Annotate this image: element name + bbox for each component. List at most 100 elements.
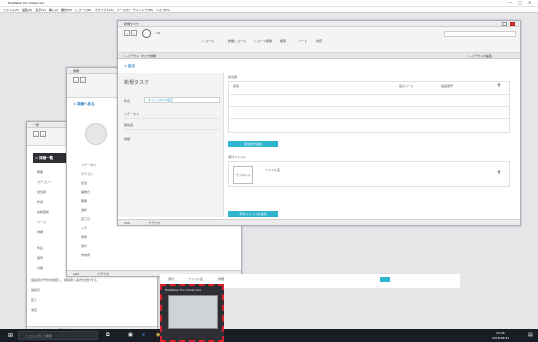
front-window[interactable]: 新規タスク ‹ › 1/1 レコード 新規レコード レコード削除 検索 ソート 共… [117,20,521,226]
list-item[interactable]: カテゴリー [37,180,52,184]
quick-find-input[interactable] [444,31,516,37]
tab-filename[interactable]: ファイル名 [188,277,203,281]
front-window-statusbar: 100 ブラウズ [118,219,520,225]
layout-bar: レイアウト: タスク詳細 レイアウトの編集 [118,53,520,59]
contacts-header: 担当者 [228,75,238,79]
toolbar-find[interactable]: 検索 [280,39,286,43]
tab-attach[interactable]: 添付 [168,277,174,281]
list-item[interactable]: 期限 [81,199,87,203]
avatar [85,123,107,145]
minimize-icon[interactable]: — [508,0,512,5]
subject-field[interactable]: オフィスWi-Fi設定 [144,97,220,103]
divider [124,118,220,119]
front-back-link[interactable]: < 戻る [124,64,135,69]
close-icon[interactable] [510,22,515,26]
thumbnail-image [168,295,218,329]
list-item[interactable]: 概要 [37,170,43,174]
field-label: 件名 [124,99,131,103]
close-icon[interactable]: ✕ [528,0,531,5]
field-label: 優先度 [124,123,134,127]
front-window-toolbar: ‹ › 1/1 レコード 新規レコード レコード削除 検索 ソート 共有 [118,27,520,53]
toolbar-records[interactable]: レコード [202,39,214,43]
column-header: 電子メール [399,84,415,88]
taskbar-search-box[interactable]: ここに入力して検索 [18,331,98,340]
list-item[interactable]: 進捗 [81,208,87,212]
maximize-icon[interactable]: □ [518,0,522,5]
list-item[interactable]: 番号 [37,256,43,260]
contacts-portal[interactable]: 名前 電子メール 電話番号 🗑 [228,81,510,133]
tab-active-indicator [380,277,390,282]
tab-detail[interactable]: 詳細 [218,277,224,281]
left-panel [118,73,224,217]
next-record-icon[interactable]: › [131,30,137,36]
list-item[interactable]: 件名 [37,246,43,250]
list-item[interactable]: 分類 [37,266,43,270]
clock-date[interactable]: 2018/08/31 [492,336,509,340]
taskbar-thumbnail-preview[interactable]: FileMaker Pro Advanced [160,284,224,342]
zoom-level[interactable]: 100 [124,221,130,225]
attachments-header: 添付ファイル [228,155,247,159]
row-text: 最終日 [31,288,41,292]
minimize-icon[interactable] [502,22,507,26]
edge-icon[interactable]: e [142,332,145,338]
notifications-icon[interactable]: ▤ [528,332,533,338]
search-placeholder: ここに入力して検索 [25,334,52,338]
subject-value: オフィスWi-Fi設定 [148,98,174,102]
back-window-back-link[interactable]: < 詳細一覧 [35,156,53,161]
list-item[interactable]: メモ [81,226,87,230]
column-header: 電話番号 [441,84,454,88]
list-item[interactable]: 詳細 [37,230,43,234]
app-titlebar: FileMaker Pro Advanced — □ ✕ [0,0,538,7]
mode-indicator[interactable]: ブラウズ [148,221,160,225]
next-icon[interactable]: › [40,131,46,137]
row-text: 完了 [31,298,38,302]
next-icon[interactable]: › [80,77,86,83]
zoom-level[interactable]: 100 [73,272,79,276]
list-item[interactable]: ページ [37,220,46,224]
list-item[interactable]: 場所 [81,235,87,239]
toolbar-share[interactable]: 共有 [316,39,322,43]
prev-icon[interactable]: ‹ [33,131,39,137]
table-row[interactable] [229,118,509,119]
list-item[interactable]: 最終更新 [37,210,49,214]
toolbar-sort[interactable]: ソート [298,39,307,43]
windows-start-icon[interactable]: ⊞ [8,332,13,339]
mode-indicator[interactable]: ブラウズ [97,272,109,276]
row-text: 会議室の予約を確認し、関係者へ案内を送付する [31,278,98,282]
attachment-thumbnail[interactable]: サムネイル [233,166,253,184]
back-window-title: 一覧 [33,123,40,127]
prev-icon[interactable]: ‹ [73,77,79,83]
list-item[interactable]: カテゴリ [81,172,93,176]
clock-time[interactable]: 19:06 [496,331,505,335]
edit-layout-button[interactable]: レイアウトの編集 [468,54,492,58]
list-item[interactable]: ステータス [81,163,96,167]
list-item[interactable]: 添付 [81,244,87,248]
toolbar-new-record[interactable]: 新規レコード [228,39,246,43]
table-row[interactable] [229,94,509,95]
list-item[interactable]: 開始日 [81,190,90,194]
trash-icon[interactable]: 🗑 [497,83,501,87]
list-item[interactable]: 完了日 [81,217,90,221]
prev-record-icon[interactable]: ‹ [124,30,130,36]
file-explorer-icon[interactable]: ▣ [128,332,133,338]
thumbnail-label: サムネイル [236,173,251,177]
list-item[interactable]: 作成者 [81,253,90,257]
list-item[interactable]: 担当 [81,181,87,185]
toolbar-delete-record[interactable]: レコード削除 [254,39,272,43]
table-row[interactable] [229,106,509,107]
taskbar: ⊞ ここに入力して検索 ⧉ ▣ e ◉ ◆ 19:06 2018/08/31 ▤ [0,329,538,342]
layout-label: レイアウト: タスク詳細 [124,54,156,58]
record-slider-icon[interactable] [142,29,151,38]
attachments-portal[interactable]: サムネイル ファイル名 🗑 [228,161,510,187]
add-contact-button[interactable]: 担当者を追加 [228,141,278,147]
middle-window-back-link[interactable]: < 詳細へ戻る [73,102,95,107]
list-item[interactable]: 作成 [37,200,43,204]
task-view-icon[interactable]: ⧉ [106,332,110,338]
list-item[interactable]: 担当者 [37,190,46,194]
add-attachment-button[interactable]: 添付ファイルを追加 [228,211,278,217]
divider [124,129,220,130]
page-title: 新規タスク [124,80,150,86]
record-counter: 1/1 [156,31,161,35]
trash-icon[interactable]: 🗑 [497,170,501,174]
file-name-label: ファイル名 [265,168,281,172]
